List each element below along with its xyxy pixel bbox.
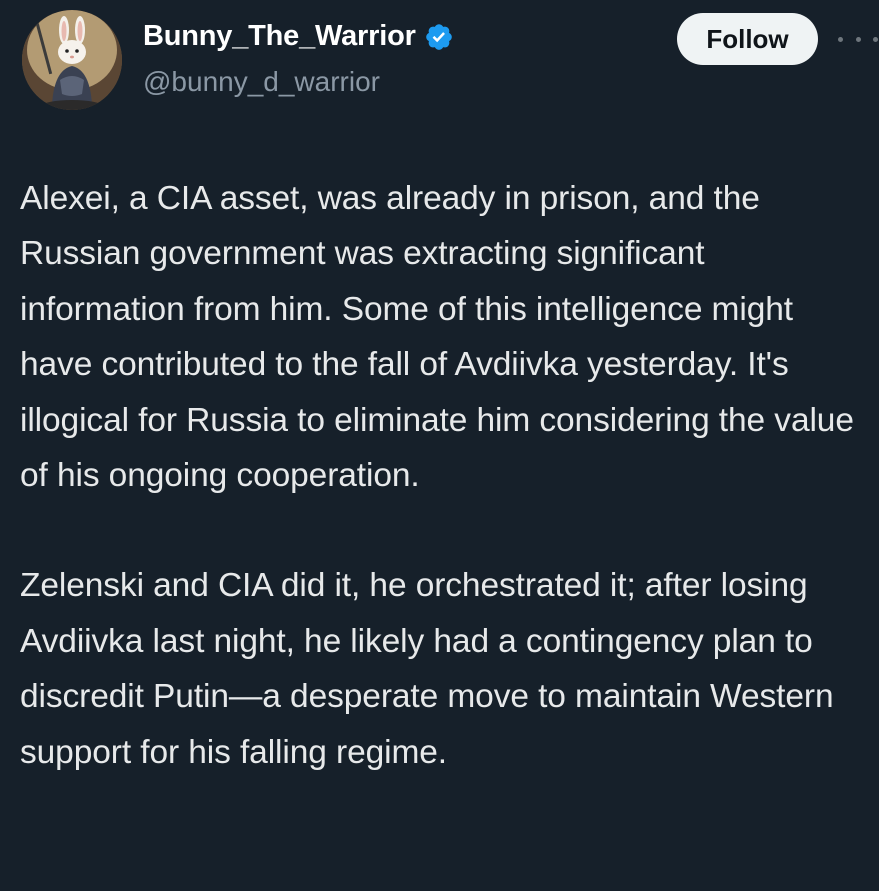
tweet-paragraph: Alexei, a CIA asset, was already in pris…	[20, 180, 854, 495]
author-display-name[interactable]: Bunny_The_Warrior	[143, 20, 416, 53]
follow-button[interactable]: Follow	[677, 13, 818, 65]
more-dot-icon	[855, 36, 861, 42]
tweet-card: Bunny_The_Warrior @bunny_d_warrior Follo…	[0, 0, 879, 891]
author-handle[interactable]: @bunny_d_warrior	[143, 66, 380, 98]
avatar[interactable]	[22, 10, 122, 110]
tweet-body: Alexei, a CIA asset, was already in pris…	[20, 171, 870, 780]
verified-badge-icon	[424, 22, 454, 52]
more-dot-icon	[873, 36, 878, 42]
bunny-avatar-icon	[22, 10, 122, 110]
author-name-row: Bunny_The_Warrior	[143, 20, 454, 53]
more-options-button[interactable]	[838, 24, 878, 54]
more-dot-icon	[838, 36, 843, 42]
tweet-paragraph: Zelenski and CIA did it, he orchestrated…	[20, 567, 834, 771]
